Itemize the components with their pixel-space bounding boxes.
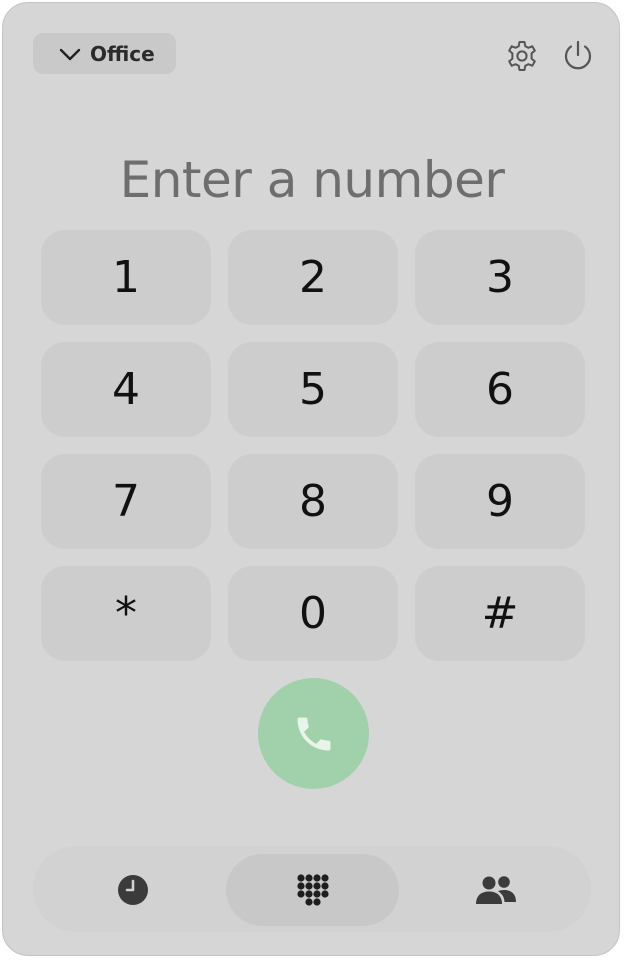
power-button[interactable] — [561, 39, 595, 73]
key-label: * — [115, 587, 137, 639]
key-star[interactable]: * — [41, 566, 211, 661]
chevron-down-icon — [59, 48, 81, 61]
dial-keypad: 1 2 3 4 5 6 7 8 9 * 0 # — [41, 230, 585, 662]
key-hash[interactable]: # — [415, 566, 585, 661]
key-label: 7 — [112, 475, 140, 527]
phone-icon — [297, 717, 330, 750]
gear-icon — [508, 41, 536, 71]
key-label: 0 — [299, 587, 327, 639]
key-6[interactable]: 6 — [415, 342, 585, 437]
phone-dialer-window: Office Enter a number 1 2 3 4 5 6 7 8 9 … — [2, 2, 620, 956]
key-1[interactable]: 1 — [41, 230, 211, 325]
key-7[interactable]: 7 — [41, 454, 211, 549]
key-label: 8 — [299, 475, 327, 527]
number-display[interactable]: Enter a number — [3, 151, 619, 209]
account-label: Office — [90, 42, 155, 66]
key-label: 3 — [486, 251, 514, 303]
key-5[interactable]: 5 — [228, 342, 398, 437]
nav-contacts[interactable] — [421, 854, 571, 926]
contacts-icon — [476, 876, 516, 904]
key-4[interactable]: 4 — [41, 342, 211, 437]
key-label: 6 — [486, 363, 514, 415]
key-0[interactable]: 0 — [228, 566, 398, 661]
settings-button[interactable] — [505, 39, 539, 73]
bottom-navigation — [33, 846, 591, 932]
key-label: 2 — [299, 251, 327, 303]
nav-recents[interactable] — [58, 854, 208, 926]
key-label: # — [481, 587, 519, 639]
key-8[interactable]: 8 — [228, 454, 398, 549]
key-2[interactable]: 2 — [228, 230, 398, 325]
keypad-grid-icon — [296, 874, 329, 906]
key-3[interactable]: 3 — [415, 230, 585, 325]
account-selector-button[interactable]: Office — [33, 33, 176, 74]
key-9[interactable]: 9 — [415, 454, 585, 549]
key-label: 1 — [112, 251, 140, 303]
call-button[interactable] — [258, 678, 369, 789]
nav-keypad[interactable] — [226, 854, 399, 926]
key-label: 5 — [299, 363, 327, 415]
key-label: 9 — [486, 475, 514, 527]
power-icon — [564, 40, 592, 70]
clock-icon — [118, 875, 148, 905]
key-label: 4 — [112, 363, 140, 415]
